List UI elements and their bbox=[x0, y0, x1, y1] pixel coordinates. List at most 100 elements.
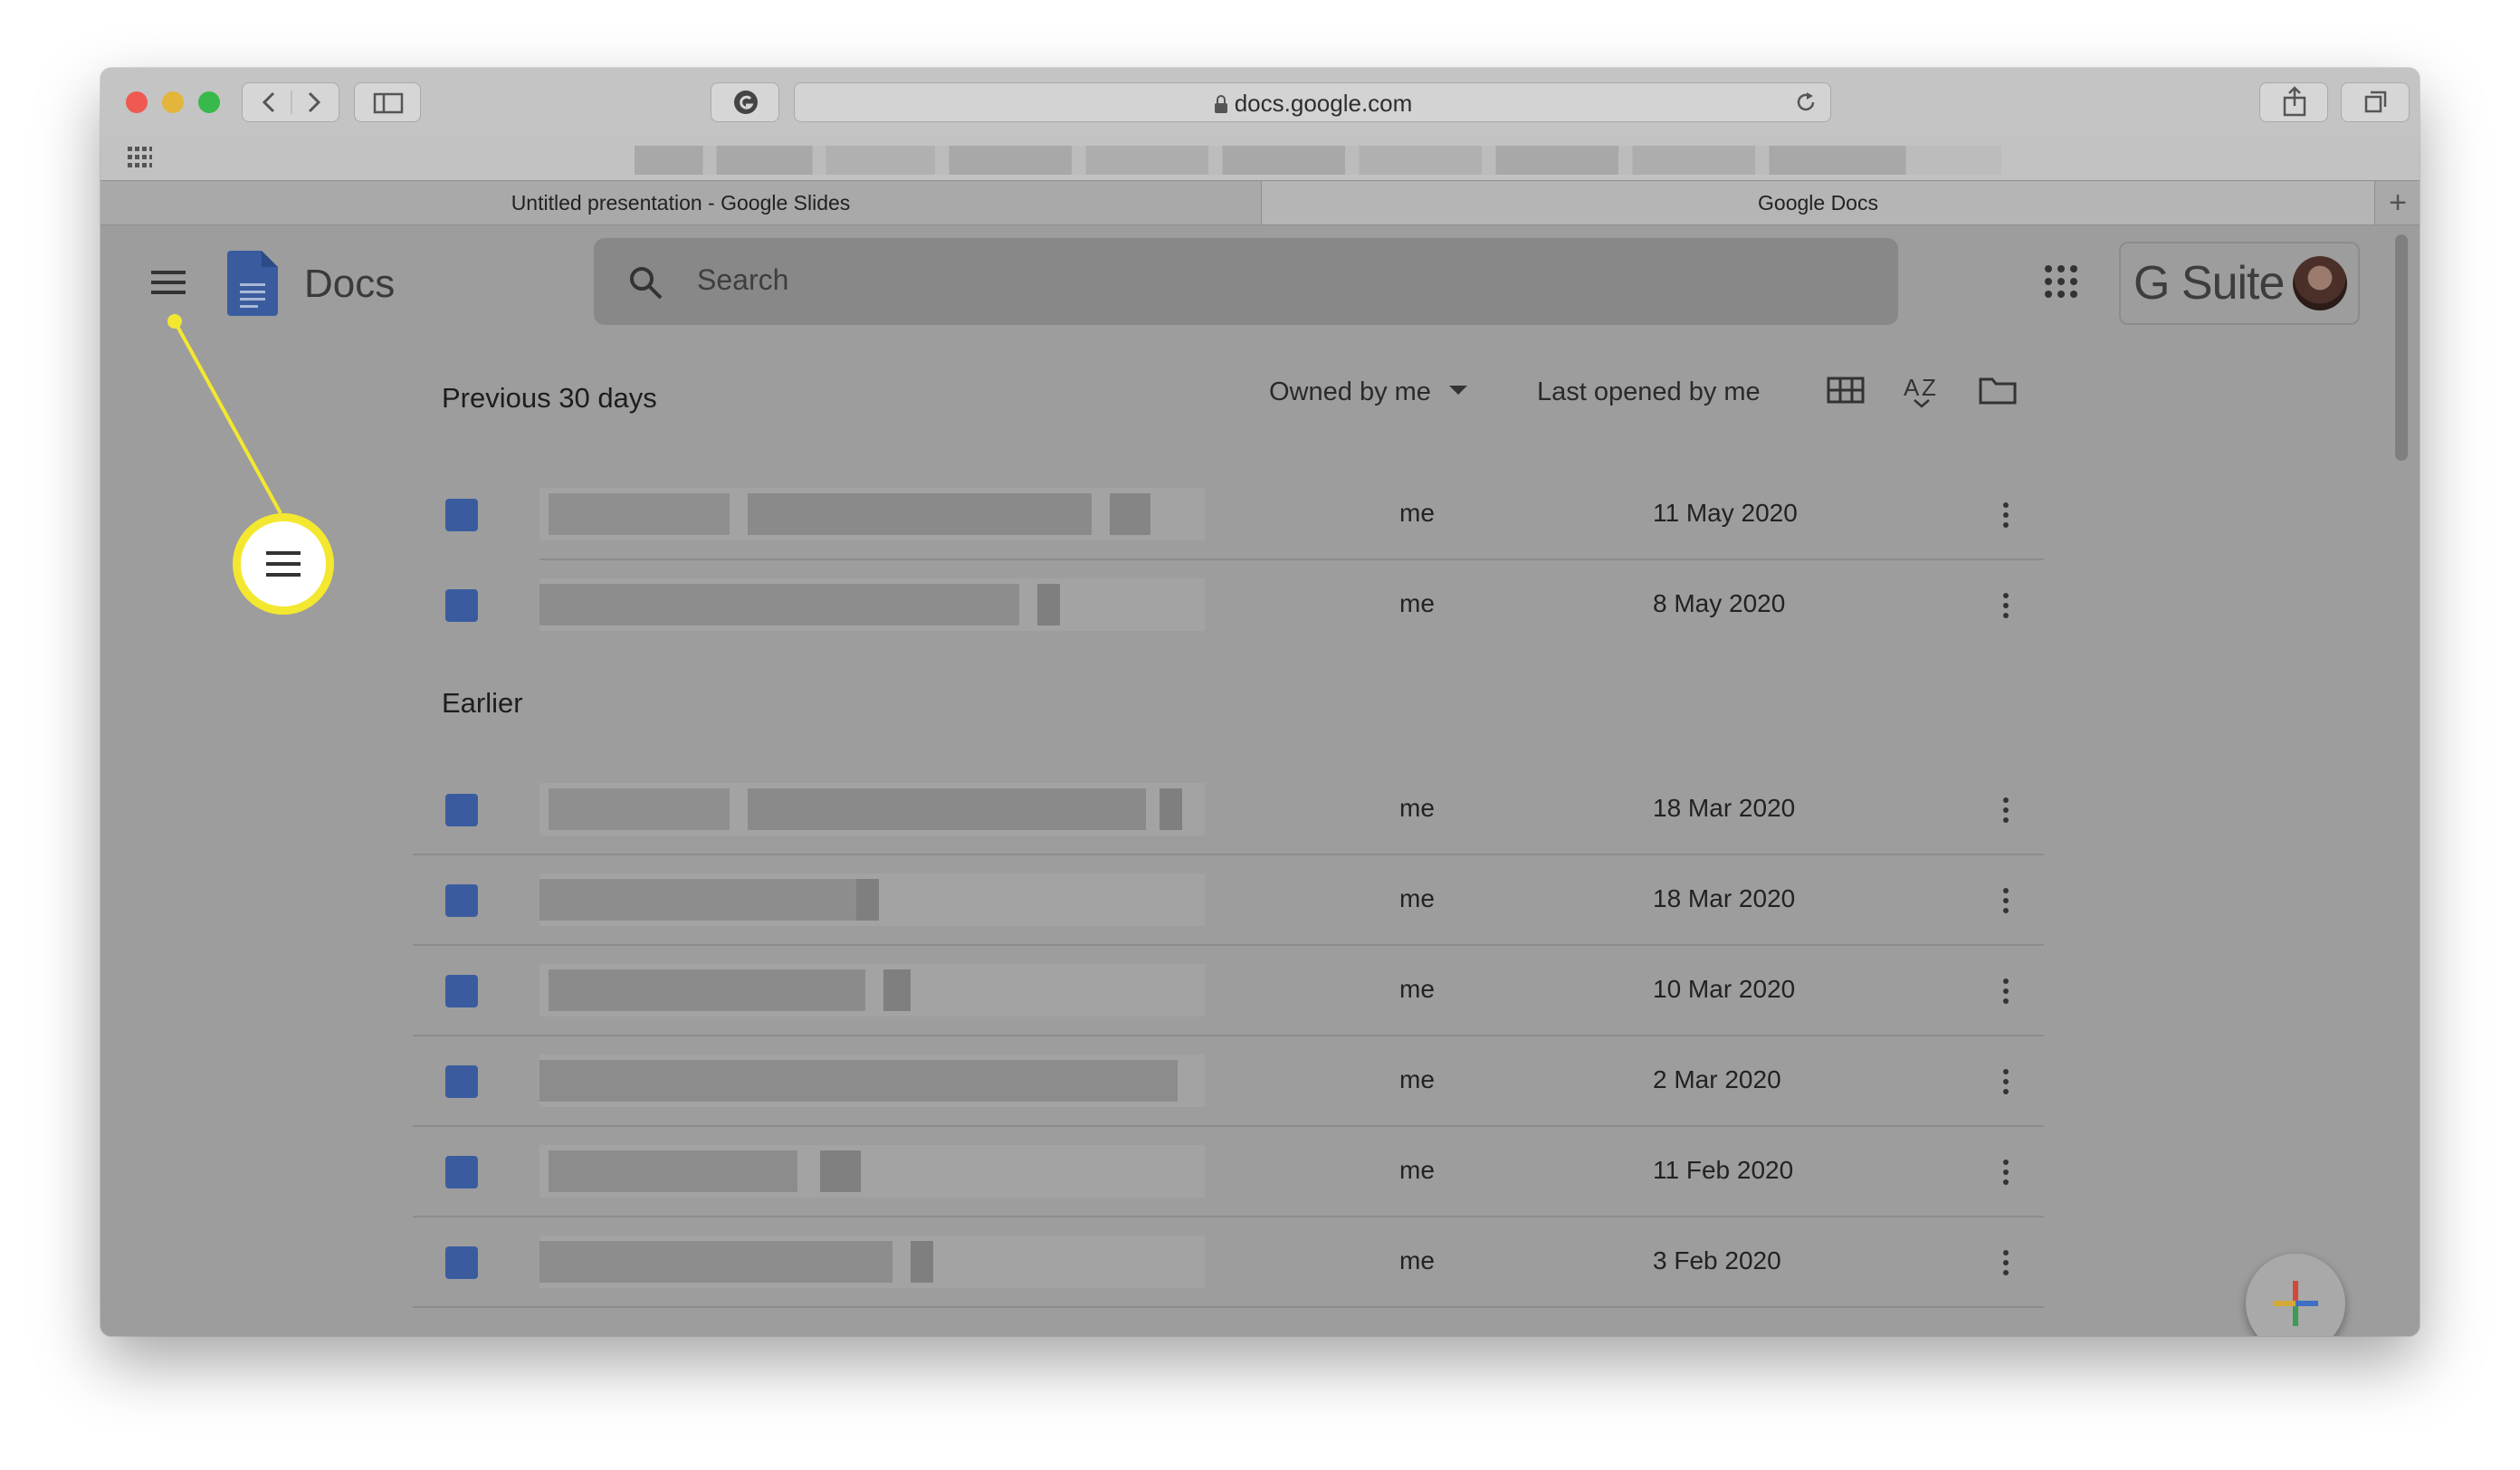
plus-icon bbox=[2273, 1281, 2318, 1326]
browser-tab-strip: Untitled presentation - Google Slides Go… bbox=[100, 180, 2420, 225]
browser-toolbar: docs.google.com bbox=[100, 68, 2420, 137]
grid-view-icon[interactable] bbox=[1826, 374, 1866, 406]
folder-icon[interactable] bbox=[1978, 374, 2018, 406]
app-name: Docs bbox=[304, 262, 396, 306]
owner-filter-label: Owned by me bbox=[1269, 377, 1431, 406]
lock-icon bbox=[1214, 95, 1227, 113]
share-button[interactable] bbox=[2259, 82, 2328, 122]
list-item[interactable]: me 18 Mar 2020 bbox=[413, 765, 2044, 855]
list-item[interactable]: me 11 May 2020 bbox=[413, 470, 2044, 560]
extension-button[interactable] bbox=[711, 82, 779, 122]
date-cell: 10 Mar 2020 bbox=[1653, 975, 1796, 1003]
tabs-icon bbox=[2364, 91, 2387, 113]
account-button[interactable]: G Suite bbox=[2119, 242, 2360, 325]
more-vert-icon[interactable] bbox=[1988, 1154, 2024, 1190]
svg-text:A: A bbox=[1904, 374, 1920, 401]
owner-cell: me bbox=[1399, 1065, 1435, 1093]
more-vert-icon[interactable] bbox=[1988, 792, 2024, 828]
svg-text:Z: Z bbox=[1922, 374, 1936, 401]
close-window-button[interactable] bbox=[126, 91, 148, 113]
owner-cell: me bbox=[1399, 1246, 1435, 1274]
forward-button[interactable] bbox=[308, 91, 321, 113]
sidebar-toggle-button[interactable] bbox=[354, 82, 421, 122]
list-item[interactable]: me 10 Mar 2020 bbox=[413, 946, 2044, 1036]
date-cell: 3 Feb 2020 bbox=[1653, 1246, 1781, 1274]
favorites-bar bbox=[100, 137, 2420, 180]
google-apps-icon[interactable] bbox=[2043, 263, 2079, 300]
gsuite-label: G Suite bbox=[2133, 257, 2285, 310]
doc-file-icon bbox=[445, 1246, 478, 1279]
hamburger-menu-icon bbox=[266, 551, 301, 577]
tab-google-docs[interactable]: Google Docs bbox=[1262, 181, 2374, 224]
more-vert-icon[interactable] bbox=[1988, 1064, 2024, 1100]
file-name-redacted bbox=[539, 873, 1205, 926]
docs-logo-icon bbox=[227, 251, 278, 316]
doc-file-icon bbox=[445, 884, 478, 917]
search-bar[interactable]: Search bbox=[594, 238, 1898, 325]
back-forward-buttons bbox=[242, 82, 339, 122]
hamburger-menu-icon[interactable] bbox=[149, 267, 189, 298]
owner-cell: me bbox=[1399, 589, 1435, 617]
doc-file-icon bbox=[445, 589, 478, 622]
apps-grid-icon[interactable] bbox=[126, 145, 153, 172]
caret-down-icon bbox=[1448, 386, 1467, 395]
date-cell: 11 May 2020 bbox=[1653, 499, 1798, 527]
file-name-redacted bbox=[539, 783, 1205, 835]
url-text: docs.google.com bbox=[1234, 90, 1413, 117]
tab-overview-button[interactable] bbox=[2341, 82, 2410, 122]
doc-file-icon bbox=[445, 499, 478, 531]
search-icon bbox=[630, 267, 663, 300]
date-cell: 11 Feb 2020 bbox=[1653, 1156, 1794, 1184]
date-cell: 8 May 2020 bbox=[1653, 589, 1786, 617]
more-vert-icon[interactable] bbox=[1988, 973, 2024, 1009]
share-icon bbox=[2283, 86, 2306, 117]
file-name-redacted bbox=[539, 488, 1205, 540]
date-cell: 2 Mar 2020 bbox=[1653, 1065, 1781, 1093]
docs-page: Docs Search G Suite Previous 30 days Own… bbox=[100, 225, 2420, 1336]
section-title-earlier: Earlier bbox=[442, 687, 523, 719]
sort-order-button[interactable]: Last opened by me bbox=[1537, 377, 1761, 407]
zoom-window-button[interactable] bbox=[198, 91, 220, 113]
doc-file-icon bbox=[445, 794, 478, 826]
tab-google-slides[interactable]: Untitled presentation - Google Slides bbox=[100, 181, 1262, 224]
date-cell: 18 Mar 2020 bbox=[1653, 794, 1796, 822]
more-vert-icon[interactable] bbox=[1988, 883, 2024, 919]
minimize-window-button[interactable] bbox=[162, 91, 184, 113]
avatar[interactable] bbox=[2293, 256, 2347, 310]
file-name-redacted bbox=[539, 1236, 1205, 1288]
list-item[interactable]: me 18 Mar 2020 bbox=[413, 855, 2044, 946]
more-vert-icon[interactable] bbox=[1988, 1245, 2024, 1281]
file-name-redacted bbox=[539, 578, 1205, 631]
callout-magnifier bbox=[233, 513, 334, 615]
owner-cell: me bbox=[1399, 499, 1435, 527]
browser-window: docs.google.com Untitled presentation - … bbox=[100, 68, 2420, 1336]
list-item[interactable]: me 2 Mar 2020 bbox=[413, 1036, 2044, 1127]
file-name-redacted bbox=[539, 1055, 1205, 1107]
list-item[interactable]: me 3 Feb 2020 bbox=[413, 1217, 2044, 1308]
address-bar[interactable]: docs.google.com bbox=[794, 82, 1831, 122]
favorites-blurred bbox=[635, 146, 2001, 175]
owner-cell: me bbox=[1399, 884, 1435, 912]
new-tab-button[interactable]: + bbox=[2374, 181, 2420, 224]
date-cell: 18 Mar 2020 bbox=[1653, 884, 1796, 912]
scrollbar[interactable] bbox=[2395, 234, 2408, 461]
section-title-previous: Previous 30 days bbox=[442, 382, 657, 414]
chevron-left-icon bbox=[262, 91, 275, 113]
owner-cell: me bbox=[1399, 975, 1435, 1003]
owner-filter-dropdown[interactable]: Owned by me bbox=[1269, 377, 1469, 414]
sort-az-icon[interactable]: A Z bbox=[1902, 372, 1942, 408]
owner-cell: me bbox=[1399, 794, 1435, 822]
doc-file-icon bbox=[445, 1065, 478, 1098]
list-item[interactable]: me 8 May 2020 bbox=[413, 560, 2044, 651]
row-divider bbox=[413, 1306, 2044, 1308]
back-button[interactable] bbox=[262, 91, 275, 113]
file-name-redacted bbox=[539, 1145, 1205, 1198]
list-item[interactable]: me 11 Feb 2020 bbox=[413, 1127, 2044, 1217]
more-vert-icon[interactable] bbox=[1988, 587, 2024, 624]
reload-icon[interactable] bbox=[1792, 89, 1819, 116]
more-vert-icon[interactable] bbox=[1988, 497, 2024, 533]
new-document-button[interactable] bbox=[2246, 1254, 2345, 1336]
chevron-right-icon bbox=[308, 91, 321, 113]
sidebar-icon bbox=[373, 92, 404, 114]
search-placeholder: Search bbox=[697, 263, 789, 296]
